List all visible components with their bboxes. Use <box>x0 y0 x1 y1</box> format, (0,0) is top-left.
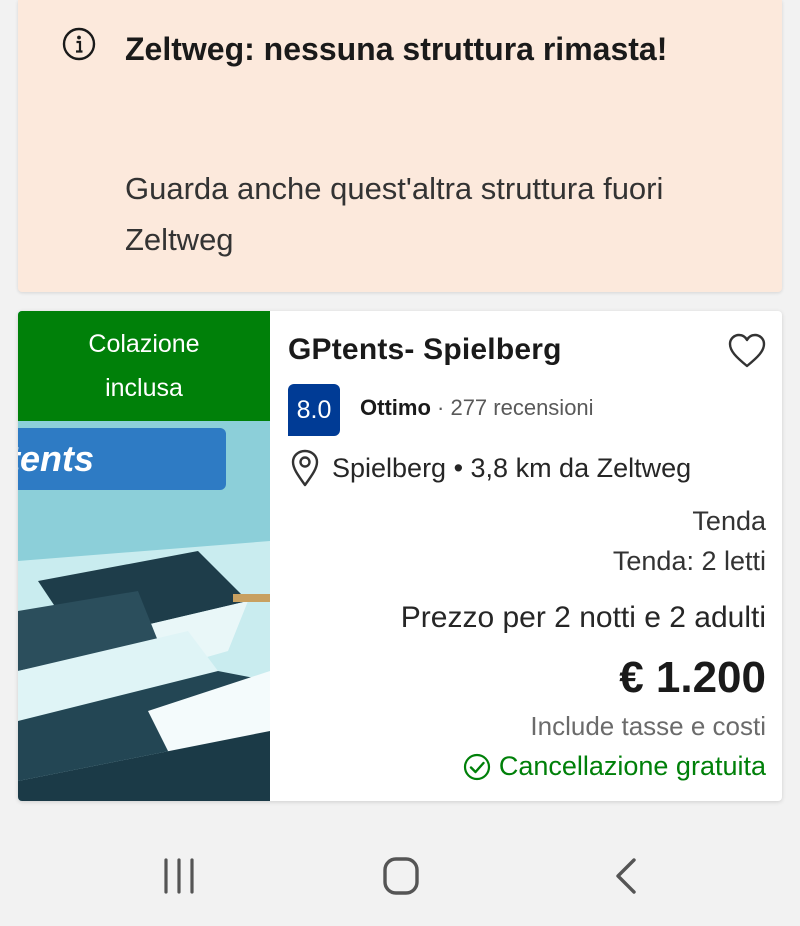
check-circle-icon <box>463 753 490 780</box>
recent-apps-icon[interactable] <box>154 854 204 898</box>
back-icon[interactable] <box>602 854 652 898</box>
free-cancellation: Cancellazione gratuita <box>463 751 766 782</box>
photo-brand-sign: tents <box>18 428 226 490</box>
notice-title: Zeltweg: nessuna struttura rimasta! <box>125 31 668 67</box>
location-row: Spielberg • 3,8 km da Zeltweg <box>290 449 691 487</box>
info-icon <box>62 27 96 61</box>
review-count: · 277 recensioni <box>437 395 594 420</box>
property-card[interactable]: Colazione inclusa tents GPtents- Spielbe… <box>18 311 782 801</box>
review-summary: Ottimo · 277 recensioni <box>360 395 594 421</box>
location-pin-icon <box>291 449 319 487</box>
property-info: GPtents- Spielberg 8.0 Ottimo · 277 rece… <box>288 311 782 801</box>
notice-subtitle: Guarda anche quest'altra struttura fuori… <box>125 171 664 257</box>
review-score-badge: 8.0 <box>288 384 340 436</box>
room-type: Tenda <box>692 506 766 536</box>
system-navigation-bar <box>0 826 800 926</box>
property-photo[interactable]: Colazione inclusa tents <box>18 311 270 801</box>
heart-icon[interactable] <box>728 333 766 369</box>
property-name[interactable]: GPtents- Spielberg <box>288 333 562 367</box>
no-results-notice: Zeltweg: nessuna struttura rimasta! Guar… <box>18 0 782 292</box>
location-text: Spielberg • 3,8 km da Zeltweg <box>332 452 692 483</box>
taxes-note: Include tasse e costi <box>530 711 766 741</box>
score-word: Ottimo <box>360 395 431 420</box>
price: € 1.200 <box>619 653 766 702</box>
breakfast-included-badge: Colazione inclusa <box>18 311 270 421</box>
home-icon[interactable] <box>376 854 426 898</box>
price-label: Prezzo per 2 notti e 2 adulti <box>400 601 766 634</box>
cancellation-text: Cancellazione gratuita <box>498 751 766 781</box>
bed-info: Tenda: 2 letti <box>612 546 766 576</box>
